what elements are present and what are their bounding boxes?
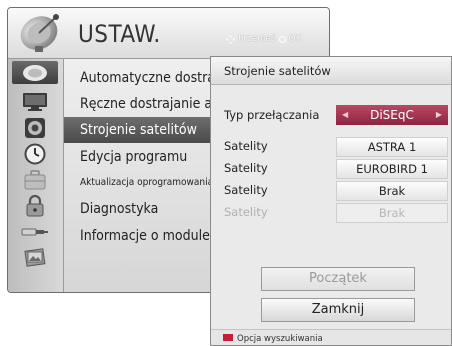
category-option[interactable] [12, 168, 58, 191]
satellite-tuning-dialog: Strojenie satelitów Typ przełączania ◀ D… [210, 56, 452, 346]
ok-hint-label: OK [288, 34, 302, 44]
category-icon-column [8, 59, 64, 292]
switch-type-value: DiSEqC [370, 108, 414, 122]
close-button[interactable]: Zamknij [261, 298, 415, 322]
category-audio[interactable] [12, 116, 58, 139]
satellite-label-1: Satelity [224, 139, 268, 153]
satellite-field-4: Brak [336, 203, 448, 223]
monitor-icon [23, 92, 47, 111]
switch-type-selector[interactable]: ◀ DiSEqC ▶ [336, 105, 448, 125]
red-key-icon [223, 334, 233, 341]
right-arrow-icon[interactable]: ▶ [436, 105, 442, 125]
speaker-icon [25, 117, 45, 138]
move-arrows-icon [226, 34, 235, 44]
page-title: USTAW. [78, 20, 161, 48]
left-arrow-icon[interactable]: ◀ [342, 105, 348, 125]
ok-button-icon [278, 35, 286, 43]
category-lock[interactable] [12, 194, 58, 217]
category-satellite[interactable] [12, 61, 58, 84]
lock-icon [26, 194, 44, 216]
satellite-dish-icon [20, 14, 59, 52]
photo-icon [24, 247, 46, 267]
search-option-hint: Opcja wyszukiwania [237, 334, 323, 344]
clock-icon [24, 143, 46, 164]
category-picture[interactable] [12, 90, 58, 113]
category-time[interactable] [12, 142, 58, 165]
satellite-dish-icon [23, 64, 47, 81]
start-button[interactable]: Początek [261, 267, 415, 291]
move-hint-label: Przenieś [238, 34, 276, 44]
satellite-label-4: Satelity [224, 205, 268, 219]
settings-header: USTAW. Przenieś OK [8, 8, 329, 59]
dialog-title: Strojenie satelitów [211, 57, 451, 85]
suitcase-icon [24, 169, 46, 189]
satellite-field-2[interactable]: EUROBIRD 1 [336, 159, 448, 179]
category-input[interactable] [12, 220, 58, 243]
switch-type-label: Typ przełączania [224, 108, 320, 122]
satellite-field-3[interactable]: Brak [336, 181, 448, 201]
satellite-label-3: Satelity [224, 183, 268, 197]
navigation-hint: Przenieś OK [226, 34, 302, 44]
input-plug-icon [21, 228, 48, 235]
category-media[interactable] [12, 246, 58, 269]
dialog-footer: Opcja wyszukiwania [211, 329, 451, 345]
satellite-label-2: Satelity [224, 161, 268, 175]
satellite-field-1[interactable]: ASTRA 1 [336, 137, 448, 157]
